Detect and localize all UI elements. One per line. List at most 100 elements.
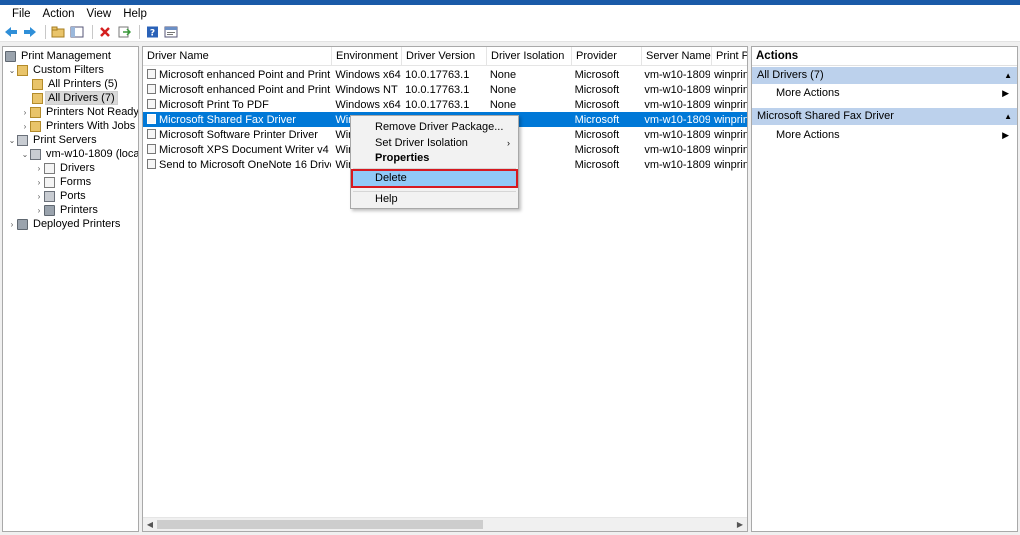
- tree-item-ports[interactable]: › Ports: [34, 189, 88, 203]
- forward-arrow-icon[interactable]: [22, 24, 38, 40]
- table-cell: Microsoft: [571, 129, 641, 141]
- cell-text: winprin: [714, 128, 747, 141]
- cell-text: vm-w10-1809...: [644, 128, 710, 141]
- tree-item-forms[interactable]: › Forms: [34, 175, 93, 189]
- cell-text: 10.0.17763.1: [405, 98, 470, 111]
- cell-text: Microsoft Shared Fax Driver: [159, 113, 296, 126]
- folder-up-icon[interactable]: [50, 24, 66, 40]
- menu-help-item[interactable]: Help: [351, 192, 518, 207]
- cell-text: Windows NT ...: [335, 83, 401, 96]
- menu-remove-driver-package[interactable]: Remove Driver Package...: [351, 120, 518, 135]
- menu-file[interactable]: File: [6, 5, 37, 23]
- table-cell: 10.0.17763.1: [401, 69, 486, 81]
- section-label: Microsoft Shared Fax Driver: [757, 110, 894, 122]
- actions-section-selected-driver[interactable]: Microsoft Shared Fax Driver ▲: [752, 108, 1017, 125]
- help-icon[interactable]: ?: [144, 24, 160, 40]
- expand-chevron-icon[interactable]: ›: [34, 178, 44, 187]
- table-cell: Microsoft Shared Fax Driver: [143, 113, 331, 126]
- menu-action[interactable]: Action: [37, 5, 81, 23]
- show-hide-tree-icon[interactable]: [69, 24, 85, 40]
- tree-item-all-printers[interactable]: All Printers (5): [32, 77, 120, 91]
- actions-section-all-drivers[interactable]: All Drivers (7) ▲: [752, 67, 1017, 84]
- expand-chevron-icon[interactable]: ›: [20, 122, 30, 131]
- tree-item-custom-filters[interactable]: ⌄ Custom Filters: [7, 63, 106, 77]
- cell-text: 10.0.17763.1: [405, 83, 470, 96]
- tree-item-deployed-printers[interactable]: › Deployed Printers: [7, 217, 122, 231]
- column-header-row: Driver Name Environment Driver Version D…: [143, 47, 747, 66]
- menu-help[interactable]: Help: [117, 5, 153, 23]
- menu-label: Set Driver Isolation: [375, 137, 468, 149]
- collapse-triangle-icon[interactable]: ▲: [1004, 108, 1012, 125]
- menu-delete[interactable]: Delete: [351, 169, 518, 188]
- tree-item-printers[interactable]: › Printers: [34, 203, 100, 217]
- port-icon: [44, 190, 55, 202]
- expand-chevron-icon[interactable]: ›: [34, 206, 44, 215]
- table-cell: None: [486, 99, 571, 111]
- table-cell: 10.0.17763.1: [401, 84, 486, 96]
- collapse-chevron-icon[interactable]: ⌄: [7, 66, 17, 75]
- tree-item-printers-with-jobs[interactable]: › Printers With Jobs: [20, 119, 137, 133]
- cell-text: Send to Microsoft OneNote 16 Driver: [159, 158, 332, 171]
- table-row[interactable]: Microsoft enhanced Point and Print com..…: [143, 82, 747, 97]
- action-label: More Actions: [776, 129, 840, 141]
- tree-item-print-management[interactable]: Print Management: [5, 49, 113, 63]
- expand-chevron-icon[interactable]: ›: [34, 164, 44, 173]
- table-cell: 10.0.17763.1: [401, 99, 486, 111]
- menu-set-driver-isolation[interactable]: Set Driver Isolation ›: [351, 136, 518, 151]
- menu-properties[interactable]: Properties: [351, 151, 518, 166]
- scroll-right-icon[interactable]: ▶: [734, 519, 746, 531]
- section-label: All Drivers (7): [757, 69, 824, 81]
- table-cell: None: [486, 69, 571, 81]
- more-actions-all-drivers[interactable]: More Actions ▶: [752, 85, 1017, 102]
- cell-text: Windows x64: [335, 98, 401, 111]
- printer-icon: [44, 204, 55, 216]
- table-row[interactable]: Microsoft enhanced Point and Print com..…: [143, 67, 747, 82]
- column-server-name[interactable]: Server Name: [642, 47, 712, 66]
- tree-item-drivers[interactable]: › Drivers: [34, 161, 97, 175]
- scroll-left-icon[interactable]: ◀: [144, 519, 156, 531]
- cell-text: Microsoft Print To PDF: [159, 98, 269, 111]
- back-arrow-icon[interactable]: [3, 24, 19, 40]
- table-cell: vm-w10-1809...: [640, 159, 710, 171]
- menu-view[interactable]: View: [81, 5, 118, 23]
- cell-text: None: [489, 83, 517, 96]
- driver-file-icon: [147, 68, 156, 79]
- tree-item-all-drivers[interactable]: All Drivers (7): [32, 91, 118, 105]
- collapse-chevron-icon[interactable]: ⌄: [7, 136, 17, 145]
- tree-item-printers-not-ready[interactable]: › Printers Not Ready: [20, 105, 138, 119]
- table-cell: Microsoft enhanced Point and Print com..…: [143, 68, 331, 81]
- column-print-processor[interactable]: Print Pr: [712, 47, 747, 66]
- properties-icon[interactable]: [163, 24, 179, 40]
- tree-item-print-servers[interactable]: ⌄ Print Servers: [7, 133, 99, 147]
- column-environment[interactable]: Environment: [332, 47, 402, 66]
- expand-chevron-icon[interactable]: ›: [34, 192, 44, 201]
- collapse-triangle-icon[interactable]: ▲: [1004, 67, 1012, 84]
- computer-icon: [30, 148, 41, 160]
- context-menu: Remove Driver Package... Set Driver Isol…: [350, 115, 519, 209]
- more-actions-selected-driver[interactable]: More Actions ▶: [752, 127, 1017, 144]
- filter-icon: [30, 120, 41, 132]
- export-icon[interactable]: [116, 24, 132, 40]
- scrollbar-thumb[interactable]: [157, 520, 483, 529]
- cell-text: Microsoft: [574, 98, 620, 111]
- console-tree[interactable]: Print Management ⌄ Custom Filters All Pr…: [2, 46, 139, 532]
- expand-chevron-icon[interactable]: ›: [20, 108, 30, 117]
- column-driver-isolation[interactable]: Driver Isolation: [487, 47, 572, 66]
- tree-item-server[interactable]: ⌄ vm-w10-1809 (local): [20, 147, 138, 161]
- table-row[interactable]: Microsoft Print To PDF Windows x64 10.0.17…: [143, 97, 747, 112]
- expand-chevron-icon[interactable]: ›: [7, 220, 17, 229]
- collapse-chevron-icon[interactable]: ⌄: [20, 150, 30, 159]
- column-driver-name[interactable]: Driver Name: [143, 47, 332, 66]
- table-cell: Microsoft: [571, 159, 641, 171]
- tree-label: All Printers (5): [48, 78, 118, 90]
- tree-label: Drivers: [60, 162, 95, 174]
- column-driver-version[interactable]: Driver Version: [402, 47, 487, 66]
- column-provider[interactable]: Provider: [572, 47, 642, 66]
- delete-icon[interactable]: [97, 24, 113, 40]
- cell-text: Microsoft XPS Document Writer v4: [159, 143, 329, 156]
- driver-file-icon: [147, 128, 156, 139]
- horizontal-scrollbar[interactable]: ◀ ▶: [143, 517, 747, 531]
- table-cell: winprin: [710, 144, 747, 156]
- table-cell: winprin: [710, 114, 747, 126]
- cell-text: vm-w10-1809...: [644, 113, 710, 126]
